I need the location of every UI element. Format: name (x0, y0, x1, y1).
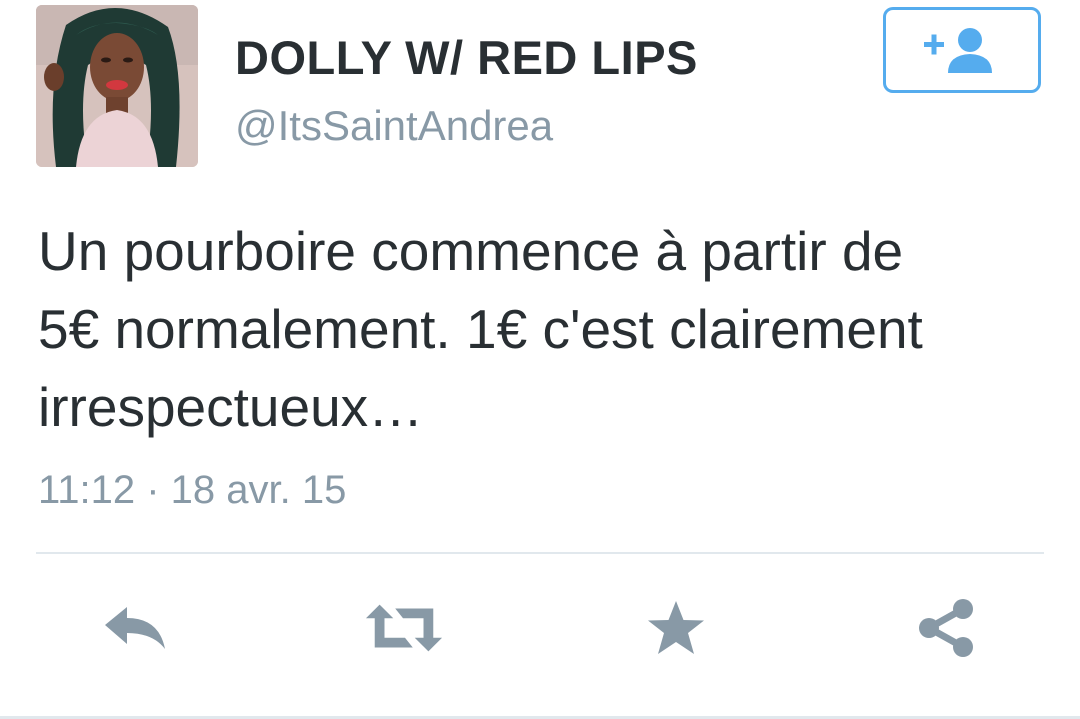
tweet-text: Un pourboire commence à partir de 5€ nor… (38, 220, 923, 438)
reply-icon (105, 607, 165, 649)
favorite-button[interactable] (636, 596, 716, 660)
follow-button[interactable] (883, 7, 1041, 93)
avatar-image (36, 5, 198, 167)
share-button[interactable] (906, 596, 986, 660)
tweet-timestamp: 11:12 · 18 avr. 15 (38, 468, 347, 512)
favorite-star-icon (648, 601, 704, 654)
avatar[interactable] (36, 5, 198, 167)
retweet-icon (365, 604, 443, 652)
retweet-button[interactable] (364, 596, 444, 660)
reply-button[interactable] (96, 596, 176, 660)
author-handle[interactable]: @ItsSaintAndrea (235, 102, 553, 150)
tweet-card: DOLLY W/ RED LIPS @ItsSaintAndrea Un pou… (0, 0, 1080, 719)
divider (36, 552, 1044, 554)
share-icon (919, 599, 973, 657)
add-user-icon (924, 28, 992, 73)
author-display-name[interactable]: DOLLY W/ RED LIPS (235, 30, 698, 85)
